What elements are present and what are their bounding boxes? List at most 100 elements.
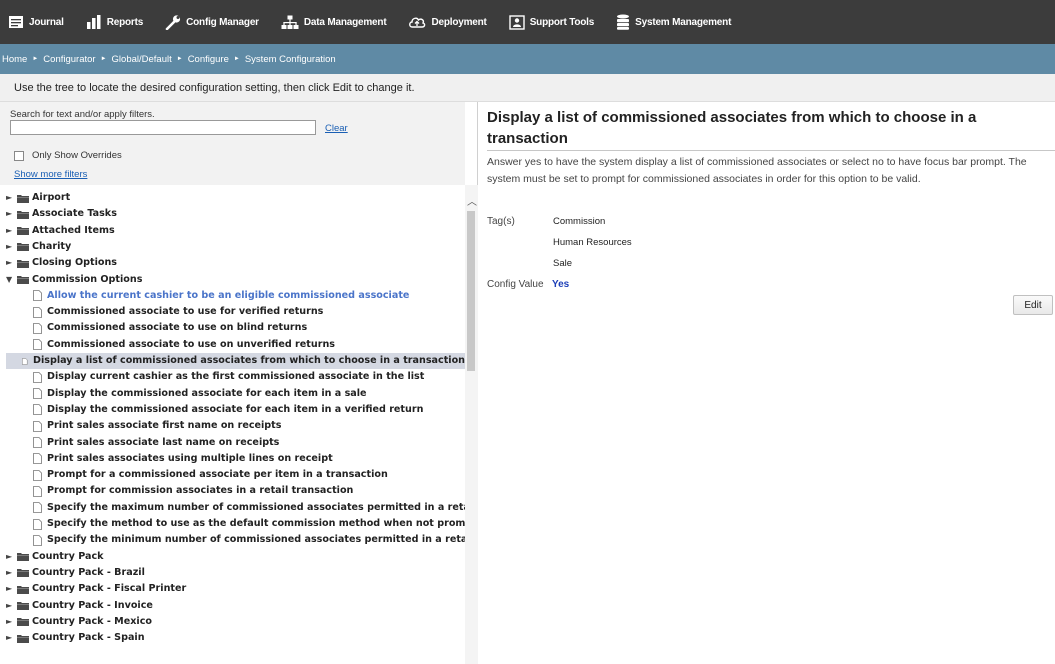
- tree-node-label: Prompt for commission associates in a re…: [47, 485, 354, 497]
- tree-category[interactable]: ► Country Pack: [6, 549, 104, 565]
- tree-node-label: Display current cashier as the first com…: [47, 371, 425, 383]
- tree-setting[interactable]: Specify the minimum number of commission…: [33, 532, 465, 548]
- tree-setting[interactable]: Display the commissioned associate for e…: [33, 402, 423, 418]
- tree-node-label: Attached Items: [32, 224, 115, 236]
- expand-arrow-icon[interactable]: ►: [6, 549, 16, 565]
- tree-setting[interactable]: Print sales associate last name on recei…: [33, 435, 279, 451]
- document-icon: [33, 371, 42, 383]
- nav-reports-label: Reports: [106, 16, 144, 28]
- nav-system-management[interactable]: System Management: [616, 14, 731, 30]
- setting-title: Display a list of commissioned associate…: [487, 109, 977, 147]
- folder-icon: [17, 553, 29, 562]
- tree-setting[interactable]: Commissioned associate to use on blind r…: [33, 320, 307, 336]
- tree-node-label: Commissioned associate to use on blind r…: [47, 322, 308, 334]
- tree-category-expanded[interactable]: ▼ Commission Options: [6, 272, 142, 288]
- tree-node-label: Display the commissioned associate for e…: [47, 387, 367, 399]
- filter-panel: Search for text and/or apply filters. Cl…: [0, 102, 465, 185]
- tree-category[interactable]: ► Closing Options: [6, 255, 117, 271]
- document-icon: [33, 437, 42, 448]
- tree-setting[interactable]: Prompt for a commissioned associate per …: [33, 467, 388, 483]
- only-show-overrides-option[interactable]: Only Show Overrides: [14, 150, 122, 161]
- tree-setting[interactable]: Prompt for commission associates in a re…: [33, 483, 353, 499]
- nav-data-management[interactable]: Data Management: [281, 15, 387, 30]
- expand-arrow-icon[interactable]: ►: [6, 206, 16, 222]
- tree-category[interactable]: ► Country Pack - Brazil: [6, 565, 145, 581]
- tree-setting[interactable]: Commissioned associate to use on unverif…: [33, 337, 335, 353]
- tree-node-label: Display a list of commissioned associate…: [32, 355, 465, 366]
- nav-support-tools[interactable]: Support Tools: [508, 14, 594, 30]
- tree-node-label: Print sales associate first name on rece…: [47, 420, 282, 432]
- wrench-icon: [165, 14, 181, 30]
- title-divider: [487, 150, 1055, 151]
- tag-human-resources: Human Resources: [553, 237, 632, 248]
- expand-arrow-icon[interactable]: ►: [6, 190, 16, 206]
- scroll-up-arrow-icon[interactable]: ︿: [467, 193, 477, 208]
- document-icon: [33, 420, 42, 432]
- tree-node-label: Commission Options: [32, 273, 143, 285]
- breadcrumb: Home ► Configurator ► Global/Default ► C…: [0, 44, 1055, 74]
- tree-node-label: Specify the method to use as the default…: [47, 518, 465, 529]
- tree-setting[interactable]: Print sales associates using multiple li…: [33, 451, 333, 467]
- tree-node-label: Print sales associates using multiple li…: [47, 452, 333, 464]
- config-value: Yes: [552, 279, 570, 290]
- tree-category[interactable]: ► Country Pack - Spain: [6, 630, 145, 646]
- tree-setting[interactable]: Specify the method to use as the default…: [33, 516, 465, 532]
- breadcrumb-system-configuration: System Configuration: [244, 53, 336, 65]
- folder-icon: [17, 634, 29, 643]
- nav-config-manager[interactable]: Config Manager: [165, 14, 259, 30]
- tree-category[interactable]: ► Country Pack - Invoice: [6, 598, 153, 614]
- tree-node-label: Print sales associate last name on recei…: [47, 436, 280, 448]
- document-icon: [33, 306, 42, 318]
- tree-setting[interactable]: Print sales associate first name on rece…: [33, 418, 281, 434]
- expand-arrow-icon[interactable]: ►: [6, 630, 16, 646]
- nav-journal[interactable]: Journal: [8, 15, 64, 29]
- expand-arrow-icon[interactable]: ►: [6, 614, 16, 630]
- tree-setting[interactable]: Display current cashier as the first com…: [33, 369, 424, 385]
- breadcrumb-separator-icon: ►: [32, 56, 39, 62]
- tree-node-label: Prompt for a commissioned associate per …: [47, 469, 388, 481]
- folder-icon: [17, 210, 29, 219]
- tree-category[interactable]: ► Charity: [6, 239, 71, 255]
- only-show-overrides-checkbox[interactable]: [14, 150, 24, 161]
- clear-link[interactable]: Clear: [325, 123, 348, 134]
- breadcrumb-configure[interactable]: Configure: [188, 54, 229, 65]
- breadcrumb-separator-icon: ►: [233, 56, 240, 62]
- folder-icon: [17, 194, 29, 203]
- tree-scrollbar[interactable]: ︿: [465, 185, 478, 664]
- expand-arrow-icon[interactable]: ►: [6, 565, 16, 581]
- expand-arrow-icon[interactable]: ►: [6, 598, 16, 614]
- expand-arrow-icon[interactable]: ►: [6, 255, 16, 271]
- hierarchy-icon: [281, 15, 299, 29]
- breadcrumb-separator-icon: ►: [176, 56, 183, 62]
- tree-category[interactable]: ► Country Pack - Mexico: [6, 614, 152, 630]
- tree-category[interactable]: ► Attached Items: [6, 223, 115, 239]
- nav-config-manager-label: Config Manager: [186, 16, 259, 28]
- document-icon: [33, 453, 42, 465]
- tree-setting[interactable]: Allow the current cashier to be an eligi…: [33, 288, 409, 304]
- tree-category[interactable]: ► Country Pack - Fiscal Printer: [6, 581, 186, 597]
- tree-setting[interactable]: Display the commissioned associate for e…: [33, 386, 367, 402]
- folder-icon: [17, 227, 29, 236]
- search-input[interactable]: [10, 120, 316, 135]
- config-tree: ► Airport ► Associate Tasks ► Attached Items ►…: [0, 185, 465, 664]
- show-more-filters-link[interactable]: Show more filters: [14, 169, 87, 180]
- edit-button[interactable]: Edit: [1013, 295, 1053, 315]
- expand-arrow-icon[interactable]: ►: [6, 581, 16, 597]
- nav-deployment[interactable]: Deployment: [408, 15, 487, 29]
- tree-category[interactable]: ► Airport: [6, 190, 70, 206]
- breadcrumb-global-default[interactable]: Global/Default: [112, 54, 172, 65]
- tree-node-label: Specify the maximum number of commission…: [47, 501, 465, 513]
- breadcrumb-home[interactable]: Home: [2, 54, 27, 65]
- tree-setting[interactable]: Specify the maximum number of commission…: [33, 500, 465, 516]
- tree-category[interactable]: ► Associate Tasks: [6, 206, 117, 222]
- scrollbar-thumb[interactable]: [467, 211, 475, 371]
- breadcrumb-configurator[interactable]: Configurator: [43, 54, 95, 65]
- folder-icon: [17, 243, 29, 252]
- bar-chart-icon: [86, 15, 101, 29]
- expand-arrow-icon[interactable]: ►: [6, 223, 16, 239]
- nav-reports[interactable]: Reports: [86, 15, 143, 29]
- expand-arrow-icon[interactable]: ►: [6, 239, 16, 255]
- tree-setting-selected[interactable]: Display a list of commissioned associate…: [6, 353, 465, 369]
- tree-setting[interactable]: Commissioned associate to use for verifi…: [33, 304, 323, 320]
- collapse-arrow-icon[interactable]: ▼: [6, 272, 16, 288]
